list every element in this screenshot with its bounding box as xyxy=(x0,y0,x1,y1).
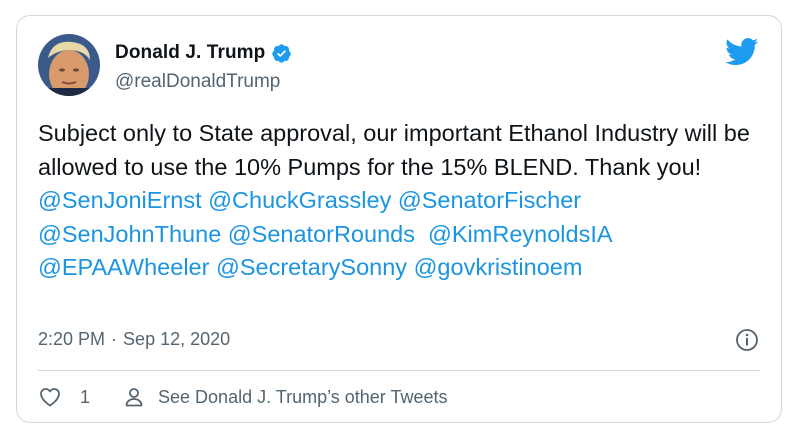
heart-icon xyxy=(40,388,60,407)
like-button[interactable]: 1 xyxy=(38,385,90,409)
info-icon[interactable] xyxy=(735,328,759,352)
mention-link[interactable]: @EPAAWheeler xyxy=(38,254,209,280)
mention-link[interactable]: @SecretarySonny xyxy=(216,254,407,280)
tweet-text: Subject only to State approval, our impo… xyxy=(38,117,758,285)
mention-link[interactable]: @SenJoniErnst xyxy=(38,187,202,213)
author-handle[interactable]: @realDonaldTrump xyxy=(115,71,280,93)
person-icon xyxy=(125,388,143,407)
tweet-time[interactable]: 2:20 PM xyxy=(38,329,105,350)
mention-link[interactable]: @govkristinoem xyxy=(414,254,583,280)
tweet-card: Donald J. Trump @realDonaldTrump Subject… xyxy=(16,15,782,423)
mention-link[interactable]: @SenatorFischer xyxy=(398,187,581,213)
avatar[interactable] xyxy=(38,34,100,96)
divider xyxy=(38,370,760,371)
tweet-body: Subject only to State approval, our impo… xyxy=(38,120,750,180)
mention-link[interactable]: @SenJohnThune xyxy=(38,221,221,247)
author-name-row[interactable]: Donald J. Trump xyxy=(115,42,292,64)
mention-link[interactable]: @SenatorRounds xyxy=(228,221,415,247)
mention-link[interactable]: @ChuckGrassley xyxy=(208,187,391,213)
avatar-image xyxy=(38,34,100,96)
meta-separator: · xyxy=(111,329,118,349)
other-tweets-label[interactable]: See Donald J. Trump’s other Tweets xyxy=(158,387,448,408)
twitter-bird-icon[interactable] xyxy=(725,38,759,66)
tweet-date[interactable]: Sep 12, 2020 xyxy=(123,329,230,350)
verified-badge-icon xyxy=(272,43,292,63)
tweet-timestamp[interactable]: 2:20 PM · Sep 12, 2020 xyxy=(38,329,230,350)
other-tweets-link[interactable]: See Donald J. Trump’s other Tweets xyxy=(122,385,448,409)
mention-link[interactable]: @KimReynoldsIA xyxy=(428,221,611,247)
like-count: 1 xyxy=(80,386,91,407)
tweet-actions: 1 See Donald J. Trump’s other Tweets xyxy=(38,385,448,409)
display-name[interactable]: Donald J. Trump xyxy=(115,42,265,64)
